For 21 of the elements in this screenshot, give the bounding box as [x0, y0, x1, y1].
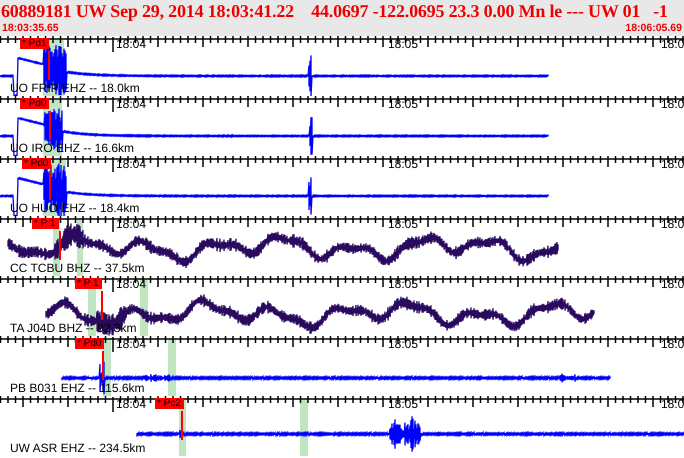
pick-flag[interactable]: * Pd0 [75, 338, 104, 349]
pick-flag[interactable]: * Pd0 [22, 158, 52, 169]
pick-flag[interactable]: * Pd1 [20, 38, 50, 49]
end-time: 18:06:05.69 [625, 22, 682, 34]
pick-line[interactable] [181, 411, 183, 440]
pick-flag[interactable]: * P 1 [75, 278, 102, 289]
pick-flag[interactable]: * Pd0 [20, 98, 50, 109]
station-label: CC TCBU BHZ -- 37.5km [10, 262, 144, 275]
event-summary: 60889181 UW Sep 29, 2014 18:03:41.22 44.0697 -122.0695 23.3 0.00 Mn le --- UW 01 -1 [0, 0, 669, 22]
pick-window-band [168, 340, 176, 396]
pick-flag[interactable]: * Pc2 [155, 398, 184, 409]
pick-line[interactable] [102, 351, 104, 380]
start-time: 18:03:35.65 [2, 22, 59, 34]
pick-line[interactable] [101, 291, 103, 320]
pick-line[interactable] [59, 231, 61, 260]
pick-line[interactable] [49, 171, 51, 200]
pick-window-band [300, 400, 308, 456]
pick-flag[interactable]: * P 1 [32, 218, 58, 229]
station-label: UW ASR EHZ -- 234.5km [10, 442, 146, 455]
pick-line[interactable] [48, 51, 50, 80]
pick-line[interactable] [49, 111, 51, 140]
